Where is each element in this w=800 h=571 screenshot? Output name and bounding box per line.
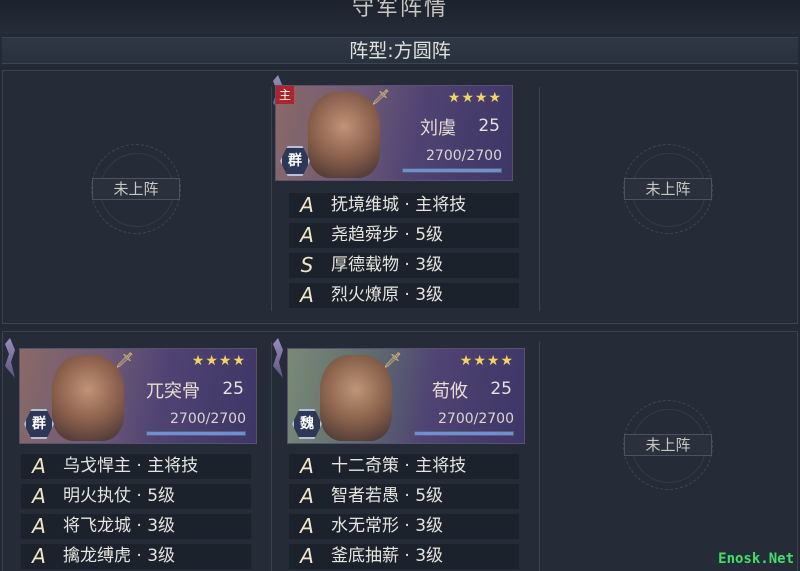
hp-bar (146, 431, 246, 436)
skill-grade: A (300, 223, 314, 247)
skill-grade: A (300, 514, 314, 538)
skill-name: 明火执仗 · 5级 (63, 486, 176, 506)
skill-row[interactable]: A 烈火燎原 · 3级 (289, 283, 519, 308)
row-front: 未上阵 未上阵 主 🗡 ★★★★ 刘虞 25 2700/2700 群 A 抚境维… (2, 70, 798, 324)
skill-name: 智者若愚 · 5级 (331, 486, 444, 506)
skill-row[interactable]: A 乌戈悍主 · 主将技 (21, 454, 251, 479)
skill-name: 乌戈悍主 · 主将技 (63, 456, 199, 476)
hp-text: 2700/2700 (170, 411, 246, 427)
skill-row[interactable]: A 尧趋舜步 · 5级 (289, 223, 519, 248)
general-card-xunyou[interactable]: 🗡 ★★★★ 荀攸 25 2700/2700 魏 (287, 348, 525, 444)
general-card-liuyu[interactable]: 主 🗡 ★★★★ 刘虞 25 2700/2700 群 (275, 85, 513, 181)
general-level: 25 (490, 379, 512, 399)
hp-bar-fill (415, 432, 513, 435)
skill-list: A 抚境维城 · 主将技 A 尧趋舜步 · 5级 S 厚德载物 · 3级 A 烈… (289, 193, 519, 313)
portrait-face (52, 355, 124, 441)
skill-row[interactable]: S 厚德载物 · 3级 (289, 253, 519, 278)
hp-bar (402, 168, 502, 173)
hp-bar (414, 431, 514, 436)
empty-slot-label: 未上阵 (624, 434, 712, 456)
hp-text: 2700/2700 (426, 148, 502, 164)
skill-grade: A (300, 283, 314, 307)
skill-name: 擒龙缚虎 · 3级 (63, 546, 176, 566)
skill-list: A 十二奇策 · 主将技 A 智者若愚 · 5级 A 水无常形 · 3级 A 釜… (289, 454, 519, 571)
empty-slot-right[interactable]: 未上阵 (623, 144, 713, 234)
skill-row[interactable]: A 水无常形 · 3级 (289, 514, 519, 539)
top-bar: 守军阵情 (0, 0, 800, 34)
row-back: 🗡 ★★★★ 兀突骨 25 2700/2700 群 A 乌戈悍主 · 主将技 A… (2, 331, 798, 571)
portrait-face (308, 92, 380, 178)
weapon-icon: 🗡 (382, 351, 402, 369)
divider (539, 87, 540, 311)
hp-bar-fill (147, 432, 245, 435)
skill-grade: A (32, 514, 46, 538)
empty-slot-right[interactable]: 未上阵 (623, 400, 713, 490)
skill-grade: A (300, 454, 314, 478)
skill-name: 将飞龙城 · 3级 (63, 516, 176, 536)
weapon-icon: 🗡 (114, 351, 134, 369)
skill-name: 尧趋舜步 · 5级 (331, 225, 444, 245)
skill-name: 水无常形 · 3级 (331, 516, 444, 536)
skill-name: 烈火燎原 · 3级 (331, 285, 444, 305)
skill-row[interactable]: A 釜底抽薪 · 3级 (289, 544, 519, 569)
skill-grade: A (300, 193, 314, 217)
empty-slot-left[interactable]: 未上阵 (91, 144, 181, 234)
skill-list: A 乌戈悍主 · 主将技 A 明火执仗 · 5级 A 将飞龙城 · 3级 A 擒… (21, 454, 251, 571)
divider (271, 342, 272, 571)
general-name: 刘虞 (420, 118, 456, 139)
weapon-icon: 🗡 (370, 88, 390, 106)
portrait-face (320, 355, 392, 441)
empty-slot-label: 未上阵 (624, 178, 712, 200)
skill-grade: S (300, 253, 314, 277)
hp-bar-fill (403, 169, 501, 172)
formation-label: 阵型:方圆阵 (2, 37, 798, 64)
hp-text: 2700/2700 (438, 411, 514, 427)
skill-row[interactable]: A 擒龙缚虎 · 3级 (21, 544, 251, 569)
general-name: 荀攸 (432, 381, 468, 402)
star-rating: ★★★★ (447, 90, 502, 106)
skill-grade: A (300, 484, 314, 508)
general-level: 25 (222, 379, 244, 399)
skill-row[interactable]: A 十二奇策 · 主将技 (289, 454, 519, 479)
skill-grade: A (32, 484, 46, 508)
page-title: 守军阵情 (351, 0, 448, 21)
divider (539, 342, 540, 571)
watermark: Enosk.Net (718, 551, 794, 567)
skill-row[interactable]: A 将飞龙城 · 3级 (21, 514, 251, 539)
general-level: 25 (478, 116, 500, 136)
skill-name: 十二奇策 · 主将技 (331, 456, 467, 476)
skill-grade: A (32, 544, 46, 568)
star-rating: ★★★★ (191, 353, 246, 369)
skill-row[interactable]: A 智者若愚 · 5级 (289, 484, 519, 509)
star-rating: ★★★★ (459, 353, 514, 369)
empty-slot-label: 未上阵 (92, 178, 180, 200)
decoration-flower (273, 338, 283, 378)
skill-grade: A (32, 454, 46, 478)
general-name: 兀突骨 (146, 381, 200, 402)
skill-name: 抚境维城 · 主将技 (331, 195, 467, 215)
decoration-flower (5, 338, 15, 378)
general-card-wutugu[interactable]: 🗡 ★★★★ 兀突骨 25 2700/2700 群 (19, 348, 257, 444)
skill-row[interactable]: A 抚境维城 · 主将技 (289, 193, 519, 218)
skill-row[interactable]: A 明火执仗 · 5级 (21, 484, 251, 509)
skill-name: 厚德载物 · 3级 (331, 255, 444, 275)
skill-name: 釜底抽薪 · 3级 (331, 546, 444, 566)
divider (271, 87, 272, 311)
skill-grade: A (300, 544, 314, 568)
leader-badge: 主 (276, 86, 294, 104)
